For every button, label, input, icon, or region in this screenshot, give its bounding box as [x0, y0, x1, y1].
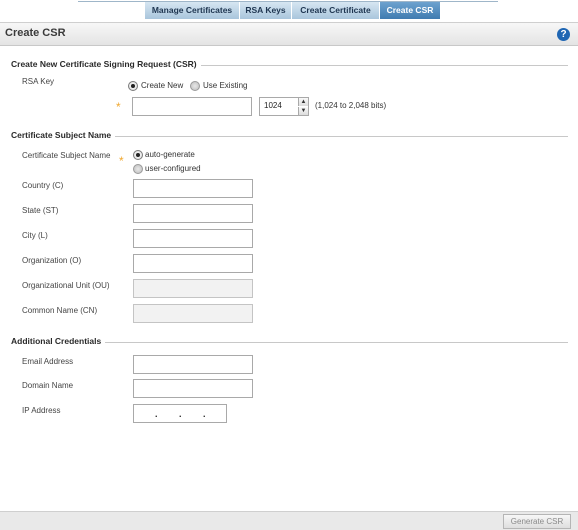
tab-create-certificate[interactable]: Create Certificate: [292, 2, 380, 19]
required-star-icon: *: [116, 100, 121, 114]
org-unit-label: Organizational Unit (OU): [22, 281, 110, 290]
subject-section-title: Certificate Subject Name: [11, 130, 116, 140]
organization-label: Organization (O): [22, 256, 82, 265]
country-label: Country (C): [22, 181, 64, 190]
key-size-value: 1024: [264, 101, 282, 110]
create-new-radio[interactable]: [128, 81, 138, 91]
email-label: Email Address: [22, 357, 74, 366]
email-field[interactable]: [133, 355, 253, 374]
common-name-label: Common Name (CN): [22, 306, 98, 315]
ip-separator: .: [203, 409, 206, 419]
subject-name-label: Certificate Subject Name: [22, 151, 111, 160]
state-input[interactable]: [133, 204, 253, 223]
key-size-hint: (1,024 to 2,048 bits): [315, 101, 387, 110]
tab-manage-certificates[interactable]: Manage Certificates: [145, 2, 240, 19]
org-unit-input[interactable]: [133, 279, 253, 298]
help-icon[interactable]: ?: [557, 28, 570, 41]
auto-generate-radio[interactable]: [133, 150, 143, 160]
generate-csr-button[interactable]: Generate CSR: [503, 514, 571, 529]
ip-address-field[interactable]: . . .: [133, 404, 227, 423]
domain-field[interactable]: [133, 379, 253, 398]
use-existing-radio[interactable]: [190, 81, 200, 91]
rsa-key-name-input[interactable]: [132, 97, 252, 116]
state-label: State (ST): [22, 206, 59, 215]
country-input[interactable]: [133, 179, 253, 198]
csr-section-title: Create New Certificate Signing Request (…: [11, 59, 201, 69]
ip-separator: .: [179, 409, 182, 419]
use-existing-label: Use Existing: [203, 81, 248, 90]
organization-input[interactable]: [133, 254, 253, 273]
rsa-key-label: RSA Key: [22, 77, 55, 86]
tab-create-csr[interactable]: Create CSR: [380, 2, 441, 19]
common-name-input[interactable]: [133, 304, 253, 323]
credentials-section-title: Additional Credentials: [11, 336, 106, 346]
footer-bar: Generate CSR: [0, 511, 578, 530]
spin-down-icon[interactable]: ▼: [298, 107, 308, 115]
page-title: Create CSR: [5, 27, 66, 39]
page-header: Create CSR ?: [0, 22, 578, 46]
required-star-icon: *: [119, 154, 124, 168]
key-size-stepper[interactable]: 1024 ▲ ▼: [259, 97, 309, 116]
spin-up-icon[interactable]: ▲: [298, 98, 308, 106]
tab-rsa-keys[interactable]: RSA Keys: [240, 2, 292, 19]
domain-label: Domain Name: [22, 381, 74, 390]
user-configured-label: user-configured: [145, 164, 201, 173]
auto-generate-label: auto-generate: [145, 150, 195, 159]
user-configured-radio[interactable]: [133, 164, 143, 174]
ip-label: IP Address: [22, 406, 61, 415]
city-label: City (L): [22, 231, 48, 240]
create-new-label: Create New: [141, 81, 184, 90]
ip-separator: .: [155, 409, 158, 419]
city-input[interactable]: [133, 229, 253, 248]
